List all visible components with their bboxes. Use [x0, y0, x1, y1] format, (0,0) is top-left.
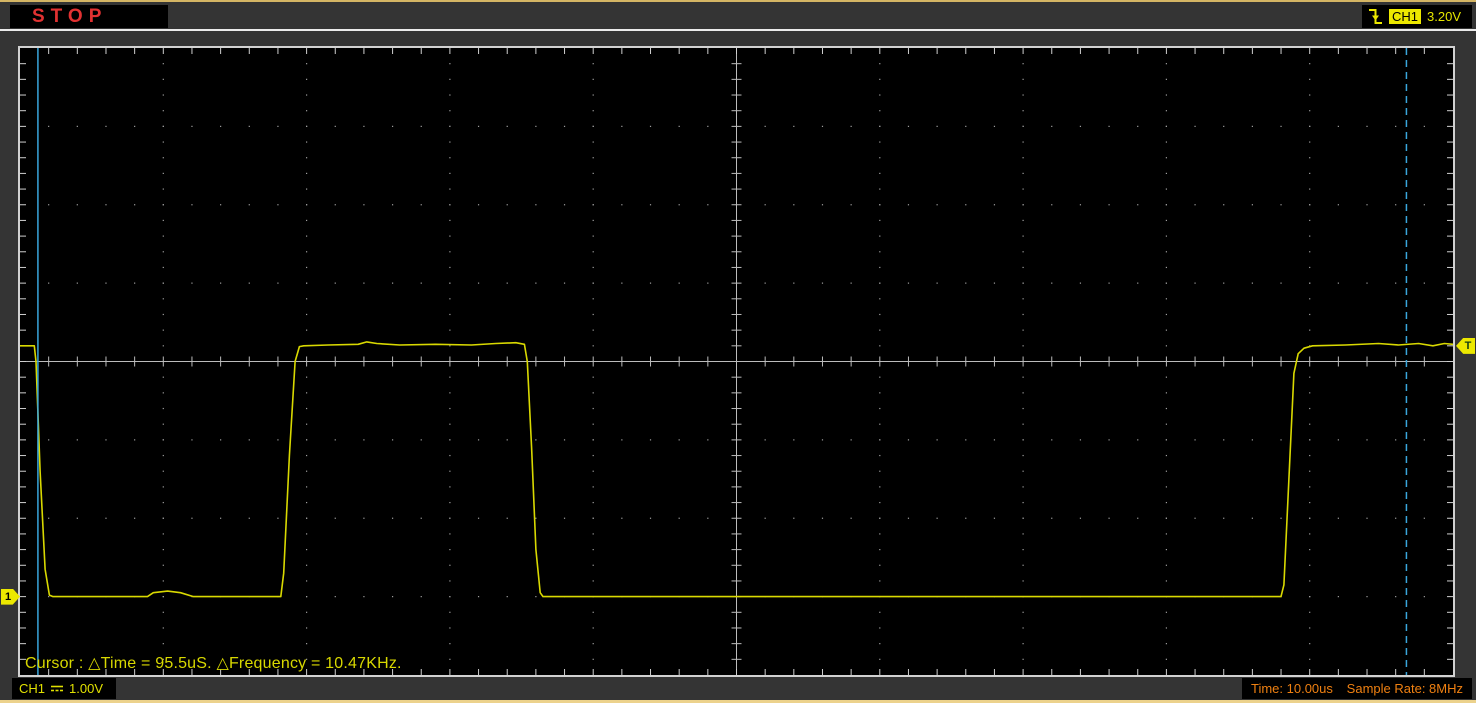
- channel-name: CH1: [19, 681, 46, 696]
- channel-info-box[interactable]: CH1 1.00V: [12, 678, 116, 699]
- trigger-marker-label: T: [1464, 339, 1472, 352]
- stop-status-label: STOP: [32, 5, 108, 27]
- trigger-marker[interactable]: T: [1456, 337, 1475, 354]
- trigger-channel-badge: CH1: [1389, 9, 1422, 24]
- timebase-info-box: Time: 10.00us Sample Rate: 8MHz: [1242, 678, 1472, 699]
- stop-status-badge[interactable]: STOP: [10, 5, 168, 28]
- trigger-info-box[interactable]: CH1 3.20V: [1362, 5, 1472, 28]
- falling-edge-trigger-icon: [1368, 7, 1383, 26]
- timebase-value: Time: 10.00us: [1251, 681, 1333, 696]
- separator-line: [0, 29, 1476, 31]
- dc-coupling-icon: [50, 683, 64, 694]
- sample-rate-value: Sample Rate: 8MHz: [1346, 681, 1463, 696]
- oscilloscope-app: STOP CH1 3.20V Cursor : △Time = 95.5uS. …: [0, 0, 1476, 703]
- scope-canvas: [20, 48, 1453, 675]
- ground-marker-label: 1: [4, 590, 12, 603]
- top-edge-line: [0, 0, 1476, 2]
- channel-scale-value: 1.00V: [69, 681, 103, 696]
- trigger-level-value: 3.20V: [1427, 9, 1461, 24]
- plot-frame: Cursor : △Time = 95.5uS. △Frequency = 10…: [18, 46, 1455, 677]
